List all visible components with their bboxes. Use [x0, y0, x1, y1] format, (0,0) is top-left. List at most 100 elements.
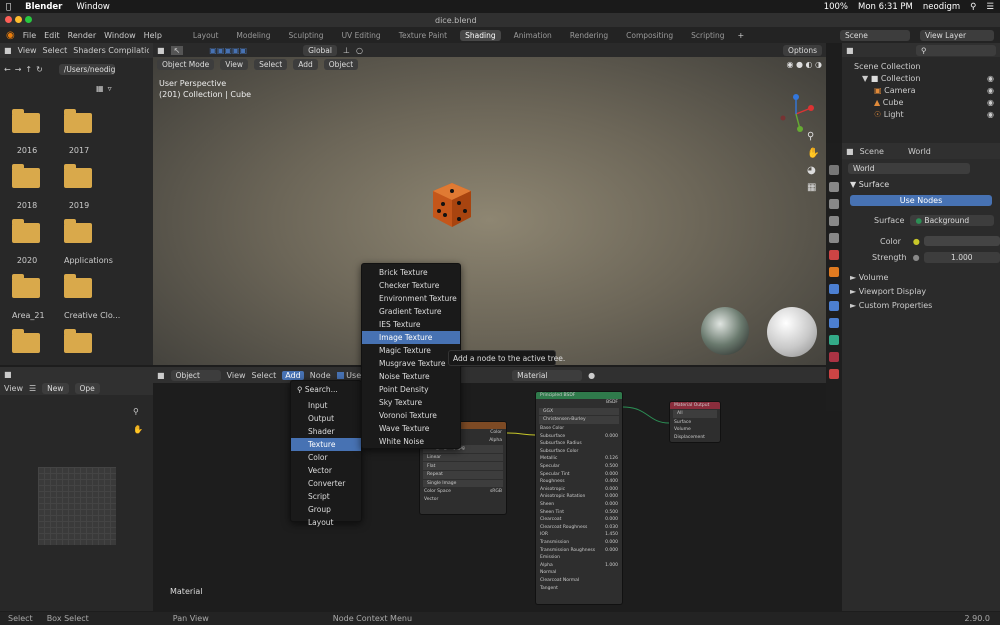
- fb-menu-view[interactable]: View: [18, 46, 37, 55]
- menu-edit[interactable]: Edit: [44, 31, 60, 40]
- folder-item[interactable]: 2020: [12, 219, 64, 265]
- fb-menu-select[interactable]: Select: [43, 46, 68, 55]
- transform-orientation[interactable]: Global: [303, 44, 337, 56]
- tex-brick[interactable]: Brick Texture: [362, 266, 460, 279]
- folder-item[interactable]: 2016: [12, 109, 64, 155]
- select-mode-icons[interactable]: ▣▣▣▣▣: [209, 46, 247, 55]
- particles-tab-icon[interactable]: [829, 301, 839, 311]
- add-menu-script[interactable]: Script: [291, 490, 361, 503]
- img-new-button[interactable]: New: [42, 382, 69, 394]
- tex-image[interactable]: Image Texture: [362, 331, 460, 344]
- tab-layout[interactable]: Layout: [188, 30, 224, 41]
- vp-menu-view[interactable]: View: [220, 58, 249, 70]
- outliner-item-camera[interactable]: ▣ Camera: [854, 85, 1000, 97]
- 3d-viewport[interactable]: ■ ↖ ▣▣▣▣▣ Global ⊥ ○ Options Object Mode…: [153, 43, 826, 365]
- world-selector[interactable]: World: [848, 163, 970, 174]
- eye-icon[interactable]: ◉: [987, 97, 994, 109]
- tex-checker[interactable]: Checker Texture: [362, 279, 460, 292]
- tab-scripting[interactable]: Scripting: [686, 30, 729, 41]
- world-breadcrumb[interactable]: World: [908, 147, 931, 156]
- shading-mode-icons[interactable]: ◉ ● ◐ ◑: [786, 60, 822, 69]
- render-tab-icon[interactable]: [829, 182, 839, 192]
- vp-menu-add[interactable]: Add: [293, 58, 318, 70]
- volume-panel[interactable]: ► Volume: [850, 271, 992, 285]
- vp-menu-object[interactable]: Object: [323, 58, 359, 70]
- select-tool-icon[interactable]: ↖: [170, 45, 184, 55]
- data-tab-icon[interactable]: [829, 352, 839, 362]
- tab-animation[interactable]: Animation: [509, 30, 557, 41]
- up-arrow-icon[interactable]: ↑: [25, 65, 32, 74]
- tex-wave[interactable]: Wave Texture: [362, 422, 460, 435]
- surface-panel-header[interactable]: ▼ Surface: [842, 178, 1000, 191]
- world-tab-icon[interactable]: [829, 250, 839, 260]
- tool-tab-icon[interactable]: [829, 165, 839, 175]
- viewport-display-panel[interactable]: ► Viewport Display: [850, 285, 992, 299]
- folder-item[interactable]: [12, 329, 64, 353]
- material-tab-icon[interactable]: [829, 369, 839, 379]
- tex-environment[interactable]: Environment Texture: [362, 292, 460, 305]
- use-nodes-button[interactable]: Use Nodes: [850, 195, 992, 206]
- outliner-collection[interactable]: ▼ ■ Collection: [854, 73, 1000, 85]
- app-name[interactable]: Blender: [25, 2, 62, 12]
- snap-icon[interactable]: ⊥: [343, 46, 350, 55]
- custom-properties-panel[interactable]: ► Custom Properties: [850, 299, 992, 313]
- editor-type-icon[interactable]: ■: [4, 370, 12, 379]
- physics-tab-icon[interactable]: [829, 318, 839, 328]
- uv-grid[interactable]: [38, 467, 116, 545]
- hand-icon[interactable]: ✋: [133, 425, 143, 434]
- tex-sky[interactable]: Sky Texture: [362, 396, 460, 409]
- clock[interactable]: Mon 6:31 PM: [858, 2, 913, 12]
- color-swatch[interactable]: [923, 236, 1000, 246]
- eye-icon[interactable]: ◉: [987, 85, 994, 97]
- zoom-icon[interactable]: ⚲: [807, 131, 819, 142]
- tex-gradient[interactable]: Gradient Texture: [362, 305, 460, 318]
- menu-window[interactable]: Window: [104, 31, 136, 40]
- node-editor[interactable]: ■ Object View Select Add Node Use Materi…: [153, 367, 826, 611]
- add-workspace-icon[interactable]: +: [738, 31, 745, 40]
- tab-texture-paint[interactable]: Texture Paint: [394, 30, 452, 41]
- eye-icon[interactable]: ◉: [987, 109, 994, 121]
- output-tab-icon[interactable]: [829, 199, 839, 209]
- back-arrow-icon[interactable]: ←: [4, 65, 11, 74]
- object-mode-dropdown[interactable]: Object Mode: [157, 58, 215, 70]
- hand-icon[interactable]: ✋: [807, 148, 819, 159]
- folder-item[interactable]: Applications: [64, 219, 116, 265]
- user-name[interactable]: neodigm: [923, 2, 960, 12]
- proportional-icon[interactable]: ○: [356, 46, 363, 55]
- tab-modeling[interactable]: Modeling: [231, 30, 275, 41]
- folder-item[interactable]: 2019: [64, 164, 116, 210]
- menu-icon[interactable]: ☰: [986, 2, 994, 12]
- add-menu-output[interactable]: Output: [291, 412, 361, 425]
- path-field[interactable]: /Users/neodig...: [58, 63, 115, 75]
- list-icon[interactable]: ☰: [29, 384, 36, 393]
- tex-musgrave[interactable]: Musgrave Texture: [362, 357, 460, 370]
- outliner-scene-collection[interactable]: Scene Collection: [854, 61, 1000, 73]
- img-open-button[interactable]: Ope: [74, 382, 100, 394]
- display-mode-icon[interactable]: ▦: [96, 84, 104, 93]
- modifier-tab-icon[interactable]: [829, 284, 839, 294]
- scene-tab-icon[interactable]: [829, 233, 839, 243]
- tex-point-density[interactable]: Point Density: [362, 383, 460, 396]
- tex-noise[interactable]: Noise Texture: [362, 370, 460, 383]
- add-menu-vector[interactable]: Vector: [291, 464, 361, 477]
- add-menu-converter[interactable]: Converter: [291, 477, 361, 490]
- filter-icon[interactable]: ▿: [108, 84, 112, 93]
- maximize-icon[interactable]: [25, 15, 32, 23]
- tab-compositing[interactable]: Compositing: [621, 30, 678, 41]
- strength-field[interactable]: 1.000: [923, 251, 1000, 263]
- view-layer-selector[interactable]: View Layer: [920, 29, 994, 41]
- tab-sculpting[interactable]: Sculpting: [284, 30, 329, 41]
- scene-selector[interactable]: Scene: [840, 29, 910, 41]
- object-tab-icon[interactable]: [829, 267, 839, 277]
- tab-rendering[interactable]: Rendering: [565, 30, 613, 41]
- camera-icon[interactable]: ◕: [807, 165, 819, 176]
- tex-ies[interactable]: IES Texture: [362, 318, 460, 331]
- folder-item[interactable]: [64, 329, 116, 353]
- options-dropdown[interactable]: Options: [783, 44, 822, 56]
- dice-object[interactable]: [431, 181, 473, 229]
- apple-icon[interactable]: : [6, 2, 11, 12]
- eye-icon[interactable]: ◉: [987, 73, 994, 85]
- add-menu-shader[interactable]: Shader: [291, 425, 361, 438]
- scene-breadcrumb[interactable]: Scene: [860, 147, 884, 156]
- folder-item[interactable]: Area_21: [12, 274, 64, 320]
